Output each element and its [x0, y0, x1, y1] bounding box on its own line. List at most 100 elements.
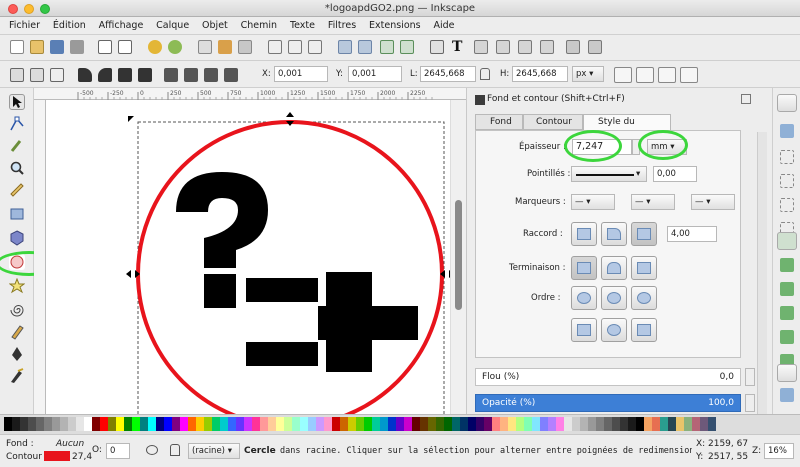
palette-swatch[interactable] [228, 417, 236, 431]
snap-smooth-nodes-icon[interactable] [780, 330, 794, 344]
miter-limit-field[interactable]: 4,00 [667, 226, 717, 242]
menu-chemin[interactable]: Chemin [236, 17, 282, 35]
palette-swatch[interactable] [252, 417, 260, 431]
order-fill-stroke-markers-button[interactable] [571, 286, 597, 310]
snap-cusp-nodes-icon[interactable] [780, 306, 794, 320]
palette-swatch[interactable] [460, 417, 468, 431]
ungroup-icon[interactable] [400, 40, 414, 54]
palette-swatch[interactable] [476, 417, 484, 431]
export-icon[interactable] [118, 40, 132, 54]
menu-affichage[interactable]: Affichage [94, 17, 149, 35]
fill-value[interactable]: Aucun [56, 439, 84, 449]
raise-icon[interactable] [184, 68, 198, 82]
tab-style-du-contour[interactable]: Style du contour [583, 114, 671, 141]
layer-select[interactable]: (racine) ▾ [188, 443, 240, 459]
palette-swatch[interactable] [220, 417, 228, 431]
tweak-tool-icon[interactable] [9, 138, 25, 154]
menu-fichier[interactable]: Fichier [4, 17, 45, 35]
palette-swatch[interactable] [548, 417, 556, 431]
align-dialog-icon[interactable] [518, 40, 532, 54]
palette-swatch[interactable] [140, 417, 148, 431]
rotate-ccw-icon[interactable] [78, 68, 92, 82]
rotate-cw-icon[interactable] [98, 68, 112, 82]
palette-swatch[interactable] [668, 417, 676, 431]
palette-swatch[interactable] [12, 417, 20, 431]
palette-swatch[interactable] [396, 417, 404, 431]
snap-bbox-icon[interactable] [780, 124, 794, 138]
select-all-layers-icon[interactable] [30, 68, 44, 82]
calligraphy-tool-icon[interactable] [9, 368, 25, 384]
order-stroke-markers-fill-button[interactable] [601, 318, 627, 342]
menu-aide[interactable]: Aide [429, 17, 460, 35]
palette-swatch[interactable] [332, 417, 340, 431]
palette-swatch[interactable] [276, 417, 284, 431]
palette-swatch[interactable] [188, 417, 196, 431]
palette-swatch[interactable] [708, 417, 716, 431]
star-tool-icon[interactable] [8, 277, 26, 294]
question-mark-shape[interactable] [176, 172, 268, 268]
layers-icon[interactable] [474, 40, 488, 54]
lower-bottom-icon[interactable] [224, 68, 238, 82]
order-markers-fill-stroke-button[interactable] [571, 318, 597, 342]
document-properties-icon[interactable] [588, 40, 602, 54]
palette-swatch[interactable] [444, 417, 452, 431]
panel-close-button[interactable] [741, 94, 751, 104]
preferences-icon[interactable] [566, 40, 580, 54]
palette-swatch[interactable] [268, 417, 276, 431]
palette-swatch[interactable] [628, 417, 636, 431]
minimize-window-button[interactable] [24, 4, 34, 14]
palette-swatch[interactable] [612, 417, 620, 431]
palette-swatch[interactable] [68, 417, 76, 431]
order-fill-markers-stroke-button[interactable] [631, 286, 657, 310]
palette-swatch[interactable] [660, 417, 668, 431]
visibility-icon[interactable] [146, 445, 158, 455]
raise-top-icon[interactable] [164, 68, 178, 82]
palette-swatch[interactable] [244, 417, 252, 431]
palette-swatch[interactable] [348, 417, 356, 431]
spiral-tool-icon[interactable] [9, 302, 25, 318]
scale-stroke-icon[interactable] [614, 67, 632, 83]
menu-calque[interactable]: Calque [151, 17, 194, 35]
zoom-selection-icon[interactable] [268, 40, 282, 54]
palette-swatch[interactable] [108, 417, 116, 431]
y-field[interactable]: 0,001 [348, 66, 402, 82]
menu-objet[interactable]: Objet [197, 17, 233, 35]
transform-icon[interactable] [540, 40, 554, 54]
menu-edition[interactable]: Édition [48, 17, 91, 35]
xml-editor-icon[interactable] [496, 40, 510, 54]
palette-swatch[interactable] [604, 417, 612, 431]
drawing-canvas[interactable] [46, 100, 450, 414]
snap-centers-icon[interactable] [780, 388, 794, 402]
measure-tool-icon[interactable] [9, 182, 25, 198]
snap-enable-icon[interactable] [777, 94, 797, 112]
palette-swatch[interactable] [84, 417, 92, 431]
palette-swatch[interactable] [420, 417, 428, 431]
palette-swatch[interactable] [572, 417, 580, 431]
palette-swatch[interactable] [404, 417, 412, 431]
palette-swatch[interactable] [292, 417, 300, 431]
snap-bbox-corners-icon[interactable] [780, 174, 794, 188]
palette-swatch[interactable] [652, 417, 660, 431]
new-document-icon[interactable] [10, 40, 24, 54]
dash-offset-field[interactable]: 0,00 [653, 166, 697, 182]
palette-swatch[interactable] [428, 417, 436, 431]
zoom-drawing-icon[interactable] [288, 40, 302, 54]
move-patterns-icon[interactable] [680, 67, 698, 83]
flip-vertical-icon[interactable] [138, 68, 152, 82]
unlink-clone-icon[interactable] [358, 40, 372, 54]
opacity-status-field[interactable]: 0 [106, 443, 130, 459]
node-tool-icon[interactable] [9, 116, 25, 132]
bevel-join-button[interactable] [631, 222, 657, 246]
width-field[interactable]: 2645,668 [420, 66, 476, 82]
palette-swatch[interactable] [596, 417, 604, 431]
opacity-spin[interactable] [745, 394, 755, 412]
palette-swatch[interactable] [132, 417, 140, 431]
snap-others-icon[interactable] [777, 364, 797, 382]
lower-icon[interactable] [204, 68, 218, 82]
red-circle[interactable] [136, 120, 444, 414]
palette-swatch[interactable] [588, 417, 596, 431]
palette-swatch[interactable] [212, 417, 220, 431]
rectangle-tool-icon[interactable] [9, 206, 25, 222]
question-dot-shape[interactable] [204, 274, 236, 308]
palette-swatch[interactable] [700, 417, 708, 431]
